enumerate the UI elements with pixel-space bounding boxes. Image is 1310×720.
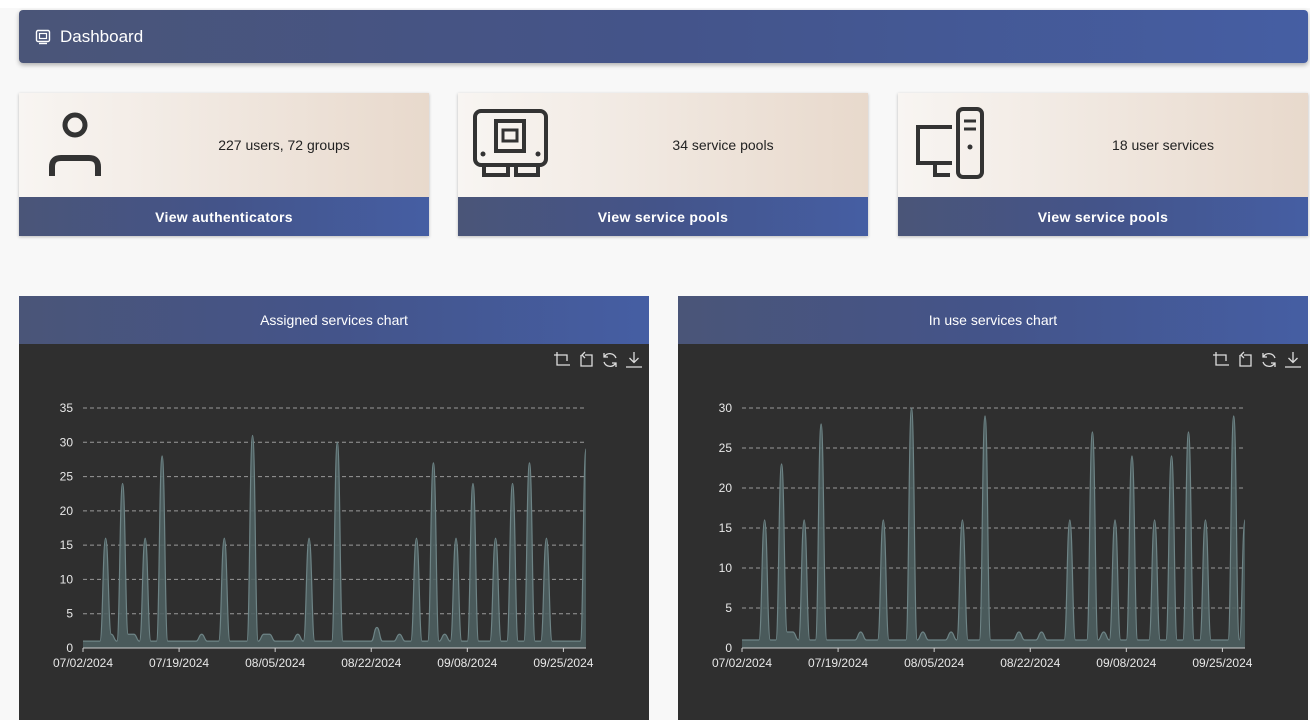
x-tick-label: 09/25/2024 — [533, 656, 593, 670]
y-tick-label: 5 — [725, 601, 732, 615]
y-tick-label: 15 — [719, 521, 733, 535]
x-tick-label: 07/19/2024 — [149, 656, 209, 670]
y-tick-label: 30 — [60, 435, 74, 449]
service-pool-icon — [472, 107, 552, 186]
chart-title: Assigned services chart — [19, 296, 649, 344]
y-tick-label: 0 — [66, 641, 73, 655]
dashboard-header: Dashboard — [19, 10, 1308, 63]
y-tick-label: 35 — [60, 401, 74, 415]
y-tick-label: 25 — [60, 470, 74, 484]
x-tick-label: 07/02/2024 — [712, 656, 772, 670]
user-services-card: 18 user services View service pools — [898, 93, 1308, 236]
x-tick-label: 09/25/2024 — [1192, 656, 1252, 670]
dashboard-icon — [35, 29, 51, 45]
y-tick-label: 0 — [725, 641, 732, 655]
x-tick-label: 08/22/2024 — [1000, 656, 1060, 670]
y-tick-label: 10 — [719, 561, 733, 575]
view-service-pools-button-2[interactable]: View service pools — [898, 197, 1308, 236]
card-body: 18 user services — [898, 93, 1308, 197]
x-tick-label: 08/05/2024 — [245, 656, 305, 670]
y-tick-label: 25 — [719, 441, 733, 455]
view-service-pools-button[interactable]: View service pools — [458, 197, 868, 236]
x-tick-label: 07/19/2024 — [808, 656, 868, 670]
assigned-services-panel: Assigned services chart 0 5 10 15 20 25 30 35 07… — [19, 296, 649, 720]
view-authenticators-button[interactable]: View authenticators — [19, 197, 429, 236]
in-use-services-chart: 0 5 10 15 20 25 30 07/02/2024 07/19/2024 08/05/20… — [712, 401, 1253, 670]
chart-title: In use services chart — [678, 296, 1308, 344]
users-groups-count: 227 users, 72 groups — [218, 137, 350, 153]
service-pools-card: 34 service pools View service pools — [458, 93, 868, 236]
y-tick-label: 20 — [60, 504, 74, 518]
in-use-services-panel: In use services chart 0 5 10 15 20 25 30 07/02/… — [678, 296, 1308, 720]
x-tick-label: 09/08/2024 — [437, 656, 497, 670]
y-tick-label: 20 — [719, 481, 733, 495]
x-tick-label: 08/05/2024 — [904, 656, 964, 670]
assigned-services-chart: 0 5 10 15 20 25 30 35 07/02/2024 07/19/2024 08/05/… — [53, 401, 594, 670]
service-pools-count: 34 service pools — [672, 137, 774, 153]
x-tick-label: 08/22/2024 — [341, 656, 401, 670]
authenticators-card: 227 users, 72 groups View authenticators — [19, 93, 429, 236]
user-icon — [45, 109, 115, 184]
y-tick-label: 10 — [60, 572, 74, 586]
y-tick-label: 5 — [66, 607, 73, 621]
x-tick-label: 07/02/2024 — [53, 656, 113, 670]
top-strip — [0, 0, 1310, 8]
computer-icon — [912, 107, 992, 186]
user-services-count: 18 user services — [1112, 137, 1214, 153]
page-title: Dashboard — [60, 26, 144, 46]
card-body: 34 service pools — [458, 93, 868, 197]
y-tick-label: 15 — [60, 538, 74, 552]
y-tick-label: 30 — [719, 401, 733, 415]
x-tick-label: 09/08/2024 — [1096, 656, 1156, 670]
card-body: 227 users, 72 groups — [19, 93, 429, 197]
